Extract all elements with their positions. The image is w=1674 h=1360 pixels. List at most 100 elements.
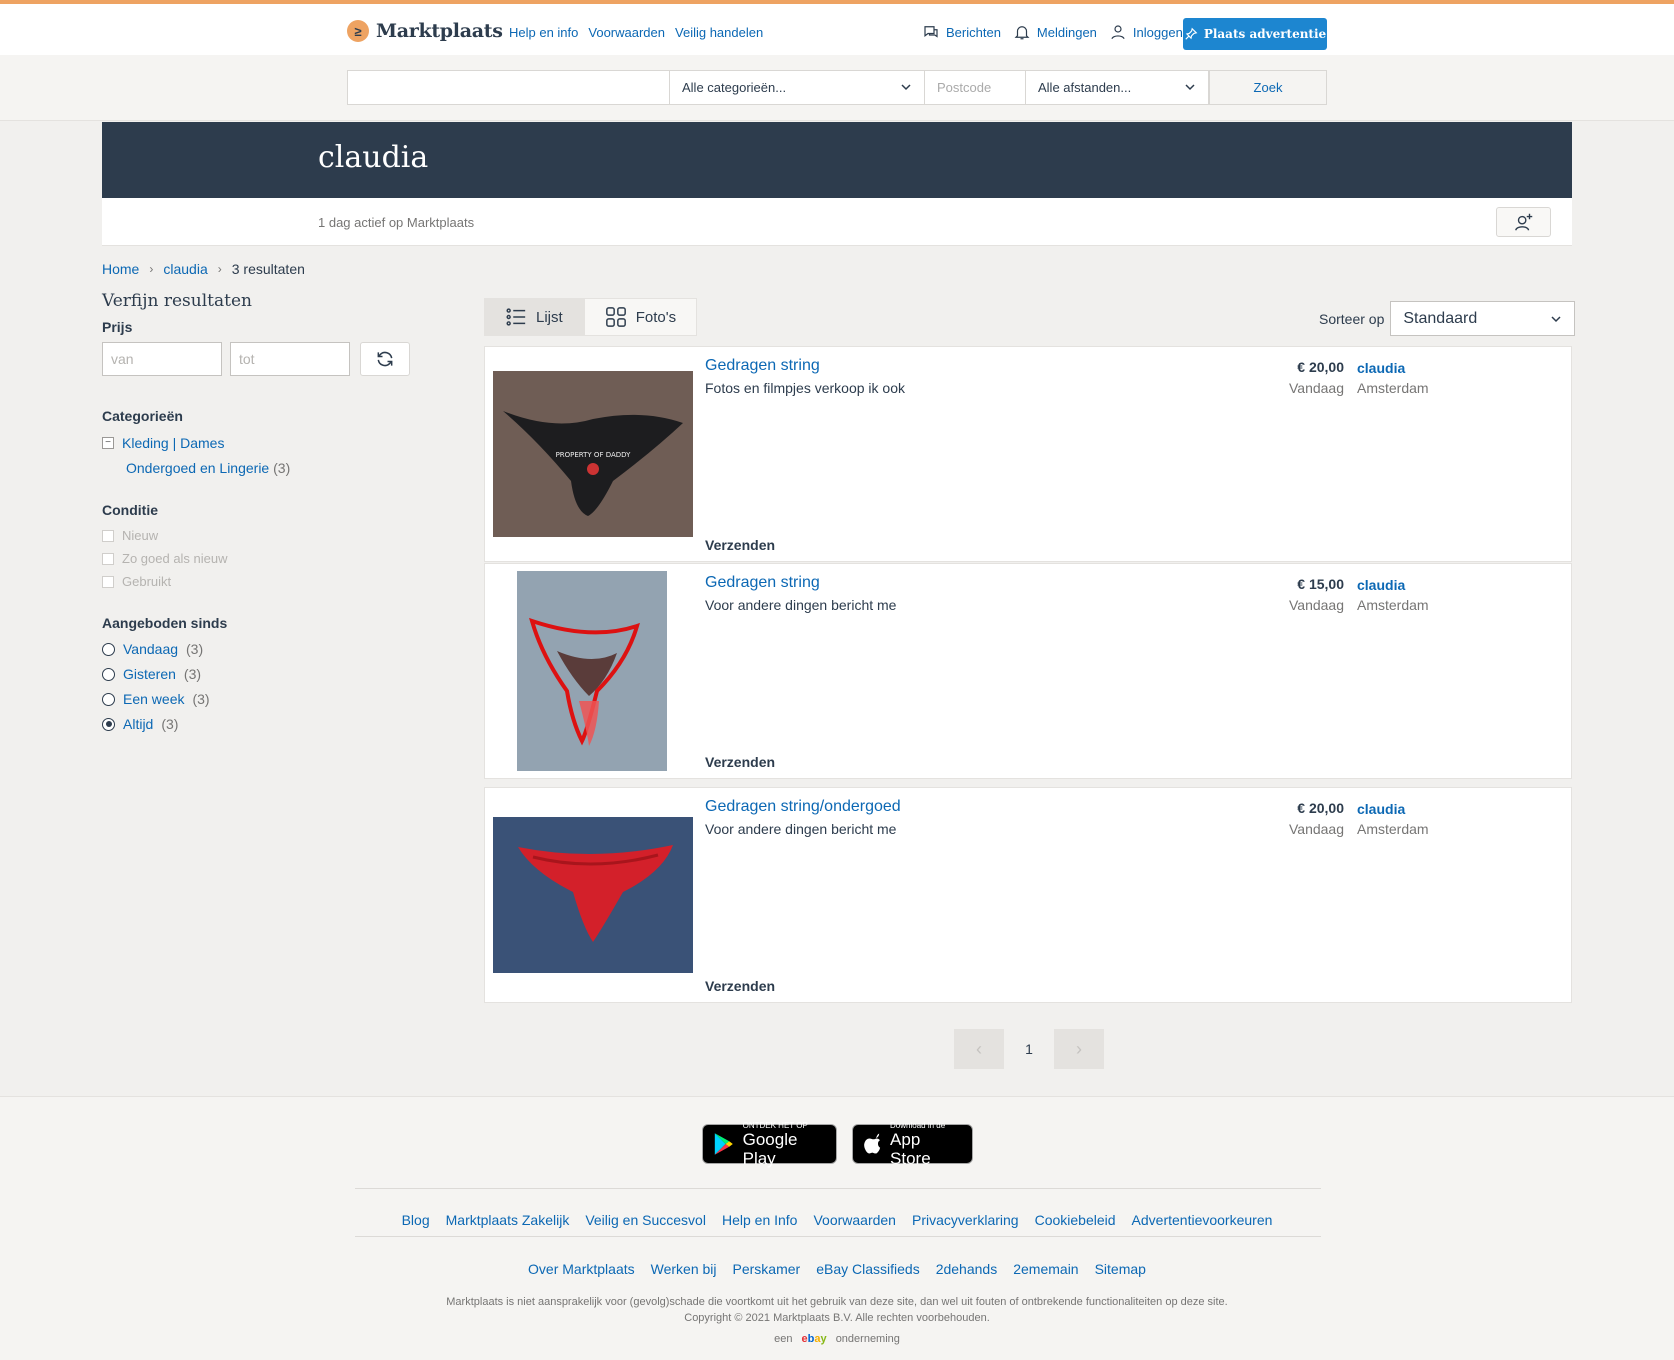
app-store-badge[interactable]: Download in de App Store	[852, 1121, 973, 1168]
place-ad-button[interactable]: Plaats advertentie	[1183, 18, 1327, 50]
since-yesterday[interactable]: Gisteren (3)	[102, 666, 422, 682]
logo-mark-icon: ≥	[347, 20, 369, 42]
listing-seller[interactable]: claudia	[1357, 577, 1405, 593]
breadcrumb-home[interactable]: Home	[102, 261, 139, 277]
list-view-button[interactable]: Lijst	[484, 298, 584, 336]
inloggen-link[interactable]: Inloggen	[1109, 23, 1183, 41]
place-ad-label: Plaats advertentie	[1203, 27, 1327, 41]
condition-label: Nieuw	[122, 528, 159, 543]
radio-button-checked[interactable]	[102, 717, 115, 731]
checkbox[interactable]	[102, 552, 114, 565]
footer-link[interactable]: Sitemap	[1095, 1261, 1146, 1277]
listing-item[interactable]: Gedragen string/ondergoed Voor andere di…	[484, 787, 1572, 1003]
listing-title[interactable]: Gedragen string	[705, 357, 820, 375]
profile-active-text: 1 dag actief op Marktplaats	[318, 215, 475, 230]
chevron-right-icon: ›	[1076, 1038, 1082, 1059]
help-link[interactable]: Help en info	[509, 25, 578, 40]
condition-like-new[interactable]: Zo goed als nieuw	[102, 551, 422, 566]
since-today[interactable]: Vandaag (3)	[102, 641, 422, 657]
footer-link[interactable]: Advertentievoorkeuren	[1132, 1212, 1273, 1228]
prev-page-button[interactable]: ‹	[954, 1029, 1004, 1069]
sort-select[interactable]: Standaard	[1390, 301, 1576, 336]
breadcrumb-profile[interactable]: claudia	[163, 261, 207, 277]
radio-button[interactable]	[102, 667, 115, 681]
since-label: Een week	[123, 691, 185, 707]
add-user-icon	[1514, 213, 1532, 231]
apple-icon	[864, 1133, 881, 1154]
price-refresh-button[interactable]	[360, 342, 410, 376]
footer-link[interactable]: Privacyverklaring	[912, 1212, 1019, 1228]
categories-title: Categorieën	[102, 408, 183, 424]
app-store-big: App Store	[890, 1129, 931, 1168]
footer-link[interactable]: Perskamer	[733, 1261, 801, 1277]
listing-item[interactable]: PROPERTY OF DADDY Gedragen string Fotos …	[484, 346, 1572, 562]
veilig-handelen-link[interactable]: Veilig handelen	[675, 25, 763, 40]
since-week[interactable]: Een week (3)	[102, 691, 422, 707]
footer-link[interactable]: Werken bij	[651, 1261, 717, 1277]
price-from-input[interactable]: van	[102, 342, 222, 376]
checkbox[interactable]	[102, 575, 114, 588]
listing-title[interactable]: Gedragen string/ondergoed	[705, 798, 901, 816]
marktplaats-logo[interactable]: ≥ Marktplaats	[347, 20, 503, 42]
photo-view-button[interactable]: Foto's	[583, 298, 698, 336]
distance-select[interactable]: Alle afstanden...	[1025, 70, 1209, 105]
condition-new[interactable]: Nieuw	[102, 528, 422, 543]
listing-item[interactable]: Gedragen string Voor andere dingen beric…	[484, 563, 1572, 779]
listing-date: Vandaag	[1288, 821, 1344, 837]
next-page-button[interactable]: ›	[1054, 1029, 1104, 1069]
since-always[interactable]: Altijd (3)	[102, 716, 422, 732]
listing-seller[interactable]: claudia	[1357, 360, 1405, 376]
listing-thumbnail[interactable]	[493, 817, 693, 973]
chevron-right-icon: ›	[217, 262, 222, 276]
footer-links-primary: Blog Marktplaats Zakelijk Veilig en Succ…	[0, 1212, 1674, 1228]
footer-link[interactable]: Marktplaats Zakelijk	[446, 1212, 570, 1228]
listing-seller[interactable]: claudia	[1357, 801, 1405, 817]
ebay-logo: ebay	[801, 1333, 827, 1345]
footer-links-secondary: Over Marktplaats Werken bij Perskamer eB…	[0, 1261, 1674, 1277]
chevron-right-icon: ›	[149, 262, 154, 276]
listing-thumbnail[interactable]	[517, 571, 667, 771]
condition-label: Zo goed als nieuw	[122, 551, 228, 566]
category-link[interactable]: Kleding | Dames	[122, 435, 224, 451]
since-label: Vandaag	[123, 641, 179, 657]
listing-description: Fotos en filmpjes verkoop ik ook	[705, 380, 905, 396]
category-select[interactable]: Alle categorieën...	[669, 70, 925, 105]
sort-control: Sorteer op Standaard	[1319, 301, 1576, 336]
meldingen-link[interactable]: Meldingen	[1013, 23, 1097, 41]
search-button[interactable]: Zoek	[1209, 70, 1327, 105]
listing-price: € 15,00	[1297, 576, 1344, 592]
berichten-link[interactable]: Berichten	[922, 23, 1001, 41]
postcode-input[interactable]: Postcode	[924, 70, 1026, 105]
listing-shipping: Verzenden	[705, 537, 776, 553]
footer-link[interactable]: 2dehands	[936, 1261, 998, 1277]
listing-description: Voor andere dingen bericht me	[705, 821, 897, 837]
footer-link[interactable]: Veilig en Succesvol	[585, 1212, 706, 1228]
top-navigation: ≥ Marktplaats Help en info Voorwaarden V…	[0, 0, 1674, 55]
listing-title[interactable]: Gedragen string	[705, 574, 820, 592]
since-label: Altijd	[123, 716, 154, 732]
category-item[interactable]: − Kleding | Dames	[102, 435, 422, 451]
footer-link[interactable]: Over Marktplaats	[528, 1261, 635, 1277]
since-title: Aangeboden sinds	[102, 615, 228, 631]
google-play-badge[interactable]: ONTDEK HET OP Google Play	[702, 1121, 837, 1168]
footer: ONTDEK HET OP Google Play Download in de…	[0, 1096, 1674, 1360]
footer-link[interactable]: Blog	[402, 1212, 430, 1228]
collapse-icon[interactable]: −	[102, 437, 114, 449]
footer-link[interactable]: Cookiebeleid	[1035, 1212, 1116, 1228]
subcategory-item[interactable]: Ondergoed en Lingerie (3)	[126, 460, 422, 476]
footer-link[interactable]: 2ememain	[1013, 1261, 1078, 1277]
listing-thumbnail[interactable]: PROPERTY OF DADDY	[493, 371, 693, 537]
subcategory-link[interactable]: Ondergoed en Lingerie	[126, 460, 269, 476]
footer-link[interactable]: Help en Info	[722, 1212, 798, 1228]
listing-description: Voor andere dingen bericht me	[705, 597, 897, 613]
condition-used[interactable]: Gebruikt	[102, 574, 422, 589]
voorwaarden-link[interactable]: Voorwaarden	[588, 25, 665, 40]
search-input[interactable]	[347, 70, 670, 105]
radio-button[interactable]	[102, 692, 115, 706]
radio-button[interactable]	[102, 642, 115, 656]
checkbox[interactable]	[102, 529, 114, 542]
footer-link[interactable]: Voorwaarden	[813, 1212, 896, 1228]
follow-button[interactable]	[1496, 207, 1551, 237]
price-to-input[interactable]: tot	[230, 342, 350, 376]
footer-link[interactable]: eBay Classifieds	[816, 1261, 920, 1277]
